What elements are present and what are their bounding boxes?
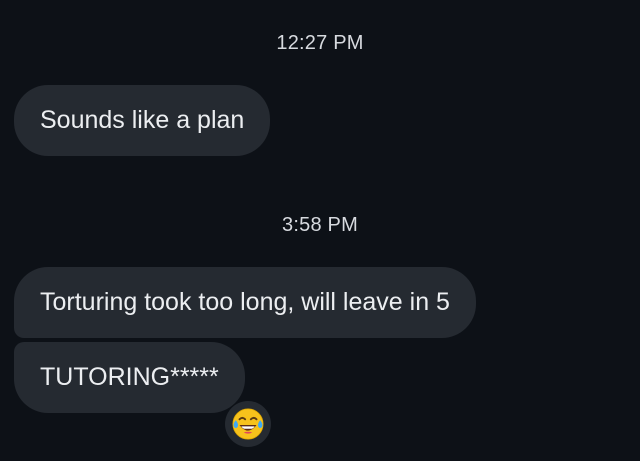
message-bubble[interactable]: Sounds like a plan xyxy=(14,85,271,156)
message-reaction[interactable] xyxy=(225,401,271,447)
message-text: Sounds like a plan xyxy=(40,106,245,134)
timestamp: 3:58 PM xyxy=(282,214,358,236)
face-with-tears-of-joy-icon xyxy=(232,408,264,440)
timestamp: 12:27 PM xyxy=(276,32,364,54)
message-text: TUTORING***** xyxy=(40,363,219,391)
message-bubble[interactable]: Torturing took too long, will leave in 5 xyxy=(14,267,476,338)
message-text: Torturing took too long, will leave in 5 xyxy=(40,288,450,316)
message-bubble[interactable]: TUTORING***** xyxy=(14,342,245,413)
